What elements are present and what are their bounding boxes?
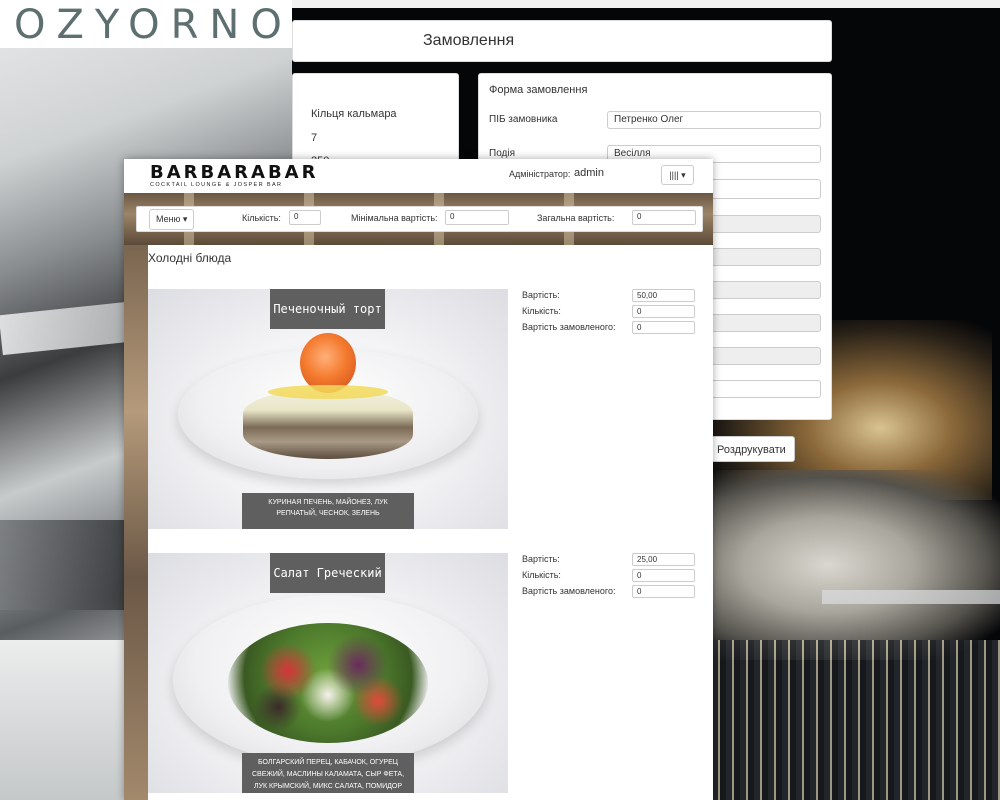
dish-cost-input[interactable]: 25,00: [632, 553, 695, 566]
dish-photo: Печеночный торт КУРИНАЯ ПЕЧЕНЬ, МАЙОНЕЗ,…: [148, 289, 508, 529]
bridge-railing: [822, 590, 1000, 604]
top-navbar: BARBARABAR COCKTAIL LOUNGE & JOSPER BAR …: [124, 159, 713, 194]
min-cost-input[interactable]: 0: [445, 210, 509, 225]
dish-ingredients: КУРИНАЯ ПЕЧЕНЬ, МАЙОНЕЗ, ЛУК РЕПЧАТЫЙ, Ч…: [242, 493, 414, 529]
dish-ordered-label: Вартість замовленого:: [522, 586, 616, 596]
total-cost-input[interactable]: 0: [632, 210, 696, 225]
event-label: Подія: [489, 148, 516, 159]
hamburger-menu-button[interactable]: |||| ▾: [661, 165, 694, 185]
menu-dropdown-label: Меню: [156, 214, 181, 224]
banner-side-strip: [124, 245, 148, 800]
brand-logo[interactable]: BARBARABAR: [150, 162, 318, 183]
dish-ordered-label: Вартість замовленого:: [522, 322, 616, 332]
order-item-name: Кільця кальмара: [311, 108, 397, 120]
dish-photo: Салат Греческий БОЛГАРСКИЙ ПЕРЕЦ, КАБАЧО…: [148, 553, 508, 793]
order-title-panel: Замовлення: [292, 20, 832, 62]
customer-name-field[interactable]: Петренко Олег: [607, 111, 821, 129]
hamburger-icon: ||||: [669, 170, 679, 180]
dish-cost-label: Вартість:: [522, 290, 560, 300]
total-qty-label: Кількість:: [242, 213, 281, 223]
order-title: Замовлення: [423, 32, 515, 49]
brand-tagline: COCKTAIL LOUNGE & JOSPER BAR: [150, 182, 283, 188]
dish-ordered-input[interactable]: 0: [632, 585, 695, 598]
section-title: Холодні блюда: [148, 251, 232, 265]
admin-username: admin: [574, 167, 604, 179]
min-cost-label: Мінімальна вартість:: [351, 213, 438, 223]
dish-qty-input[interactable]: 0: [632, 305, 695, 318]
site-logo: OZYORNOE: [14, 2, 330, 48]
caret-down-icon: ▾: [182, 214, 188, 224]
total-qty-input[interactable]: 0: [289, 210, 321, 225]
greek-salad: [228, 623, 428, 743]
liver-cake: [243, 389, 413, 459]
carrot-rose-garnish: [300, 333, 356, 393]
water-reflection: [712, 640, 1000, 800]
photo-top-strip: [292, 0, 1000, 8]
total-cost-label: Загальна вартість:: [537, 213, 615, 223]
order-form-heading: Форма замовлення: [489, 84, 588, 96]
menu-window: BARBARABAR COCKTAIL LOUNGE & JOSPER BAR …: [124, 159, 713, 800]
dish-cost-input[interactable]: 50,00: [632, 289, 695, 302]
customer-name-label: ПІБ замовника: [489, 114, 558, 125]
dish-qty-label: Кількість:: [522, 306, 561, 316]
print-button[interactable]: Роздрукувати: [708, 436, 795, 462]
dish-qty-input[interactable]: 0: [632, 569, 695, 582]
dish-ordered-input[interactable]: 0: [632, 321, 695, 334]
dish-name-badge: Салат Греческий: [270, 553, 385, 593]
caret-down-icon: ▾: [681, 170, 686, 180]
dish-cost-label: Вартість:: [522, 554, 560, 564]
dish-ingredients: БОЛГАРСКИЙ ПЕРЕЦ, КАБАЧОК, ОГУРЕЦ СВЕЖИЙ…: [242, 753, 414, 793]
order-item-qty: 7: [311, 132, 318, 144]
dish-name-badge: Печеночный торт: [270, 289, 385, 329]
menu-content: Холодні блюда Печеночный торт КУРИНАЯ ПЕ…: [148, 245, 713, 800]
egg-topping: [268, 385, 388, 399]
site-logo-band: OZYORNOE: [0, 0, 318, 48]
menu-dropdown-button[interactable]: Меню ▾: [149, 209, 195, 230]
admin-label: Адміністратор:: [509, 169, 571, 179]
dish-qty-label: Кількість:: [522, 570, 561, 580]
stone-bridge: [712, 470, 1000, 660]
order-toolbar: Меню ▾ Кількість: 0 Мінімальна вартість:…: [136, 206, 703, 232]
